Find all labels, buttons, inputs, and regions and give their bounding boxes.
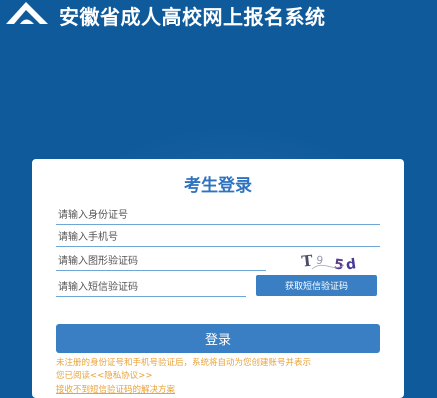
page-header: 安徽省成人高校网上报名系统 — [0, 0, 437, 30]
captcha-input[interactable] — [56, 251, 266, 272]
phone-field — [56, 225, 380, 248]
site-title: 安徽省成人高校网上报名系统 — [59, 5, 326, 29]
login-card: 考生登录 T 9 5 d 获取短信验证码 登录 未注册的身份证号和手机号验证后，… — [32, 159, 404, 398]
get-sms-code-button[interactable]: 获取短信验证码 — [256, 275, 377, 296]
login-title: 考生登录 — [184, 176, 252, 196]
captcha-field — [56, 249, 266, 272]
captcha-image[interactable]: T 9 5 d — [298, 247, 380, 275]
id-number-field — [56, 203, 380, 226]
sms-help-link[interactable]: 接收不到短信验证码的解决方案 — [56, 383, 175, 395]
notice-text: 未注册的身份证号和手机号验证后，系统将自动为您创建账号并表示 — [56, 358, 312, 368]
notice-agreed-text: 您已阅读 — [56, 371, 91, 381]
sms-code-field — [56, 275, 246, 298]
registration-notice: 未注册的身份证号和手机号验证后，系统将自动为您创建账号并表示 您已阅读<<隐私协… — [56, 357, 391, 383]
privacy-agreement-link[interactable]: <<隐私协议>> — [90, 371, 153, 381]
school-emblem-icon — [6, 2, 48, 24]
svg-text:5: 5 — [333, 257, 345, 274]
phone-input[interactable] — [56, 227, 380, 248]
svg-text:T: T — [301, 251, 315, 270]
id-number-input[interactable] — [56, 205, 380, 226]
login-button[interactable]: 登录 — [56, 324, 380, 353]
svg-text:d: d — [345, 256, 357, 273]
sms-code-input[interactable] — [56, 277, 246, 298]
